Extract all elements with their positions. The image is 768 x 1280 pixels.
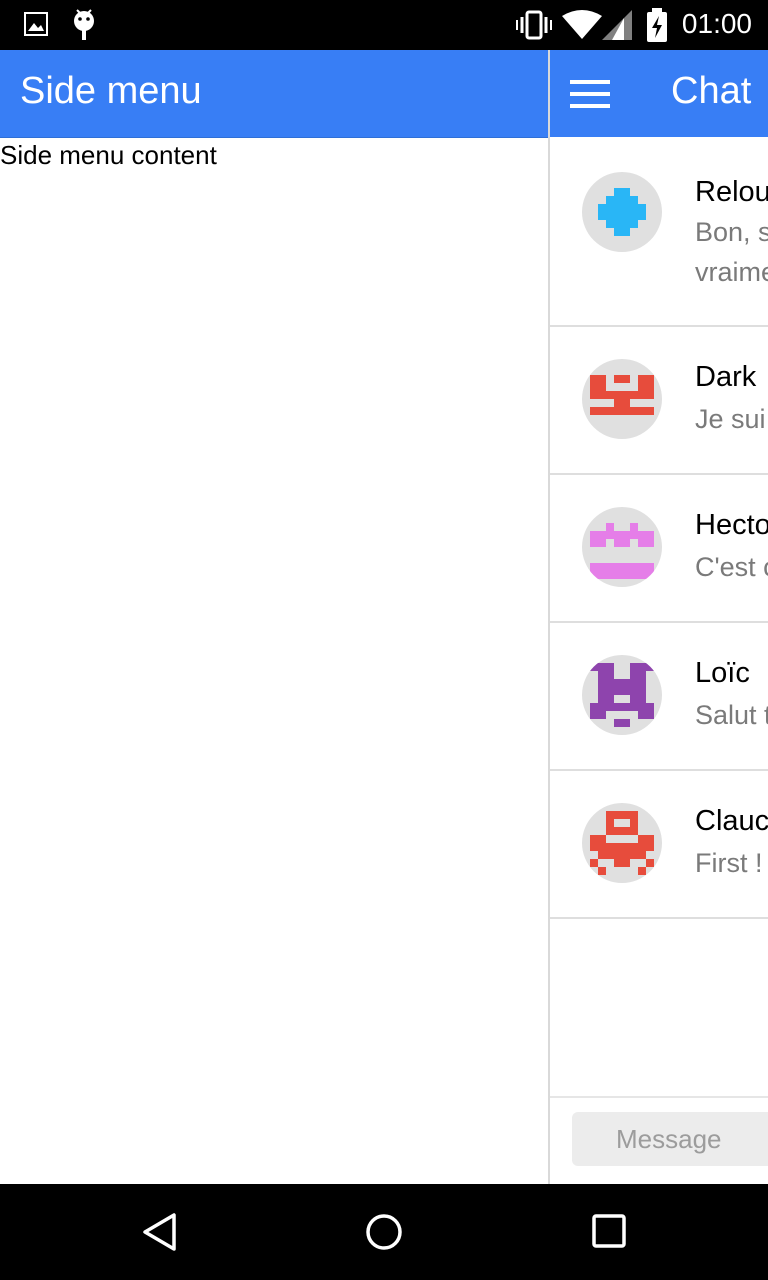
- vibrate-icon: [516, 10, 552, 40]
- back-icon[interactable]: [140, 1212, 180, 1252]
- conversation-name: Clauc: [695, 805, 768, 837]
- avatar: [582, 172, 662, 252]
- conversation-name: Dark: [695, 361, 757, 393]
- wifi-icon: [562, 10, 602, 39]
- chat-title: Chat: [671, 70, 752, 112]
- conversation-item[interactable]: Hecto C'est c: [550, 475, 768, 623]
- side-menu-content: Side menu content: [0, 140, 217, 170]
- conversation-item[interactable]: Dark Je sui: [550, 327, 768, 475]
- conversation-item[interactable]: Loïc Salut t: [550, 623, 768, 771]
- home-icon[interactable]: [364, 1212, 404, 1252]
- conversation-preview: C'est c: [695, 552, 768, 582]
- chat-pane: Chat Relou Bon, s vraime Dark Je sui Hec…: [548, 50, 768, 1184]
- avatar: [582, 359, 662, 439]
- side-menu-title: Side menu: [20, 70, 202, 112]
- status-time: 01:00: [681, 8, 752, 39]
- conversation-preview-continued: vraime: [695, 257, 768, 287]
- conversation-preview: Bon, s: [695, 217, 768, 247]
- side-menu-header: Side menu: [0, 50, 548, 138]
- avatar: [582, 655, 662, 735]
- hamburger-menu-icon[interactable]: [570, 78, 612, 110]
- image-icon: [24, 12, 48, 36]
- conversation-preview: First !: [695, 848, 763, 878]
- battery-charging-icon: [647, 8, 667, 42]
- conversation-name: Relou: [695, 176, 768, 208]
- android-icon: [74, 9, 94, 40]
- message-footer: [550, 1096, 768, 1184]
- avatar: [582, 803, 662, 883]
- conversation-item[interactable]: Clauc First !: [550, 771, 768, 919]
- conversation-item[interactable]: Relou Bon, s vraime: [550, 138, 768, 327]
- signal-icon: [602, 10, 632, 40]
- conversation-name: Loïc: [695, 657, 750, 689]
- avatar: [582, 507, 662, 587]
- conversation-preview: Je sui: [695, 404, 766, 434]
- status-bar: 01:00: [0, 0, 768, 50]
- conversation-preview: Salut t: [695, 700, 768, 730]
- recents-icon[interactable]: [590, 1212, 630, 1252]
- conversation-name: Hecto: [695, 509, 768, 541]
- conversation-list: Relou Bon, s vraime Dark Je sui Hecto C'…: [550, 138, 768, 919]
- navigation-bar: [0, 1184, 768, 1280]
- message-input[interactable]: [572, 1112, 768, 1166]
- chat-header: Chat: [550, 50, 768, 137]
